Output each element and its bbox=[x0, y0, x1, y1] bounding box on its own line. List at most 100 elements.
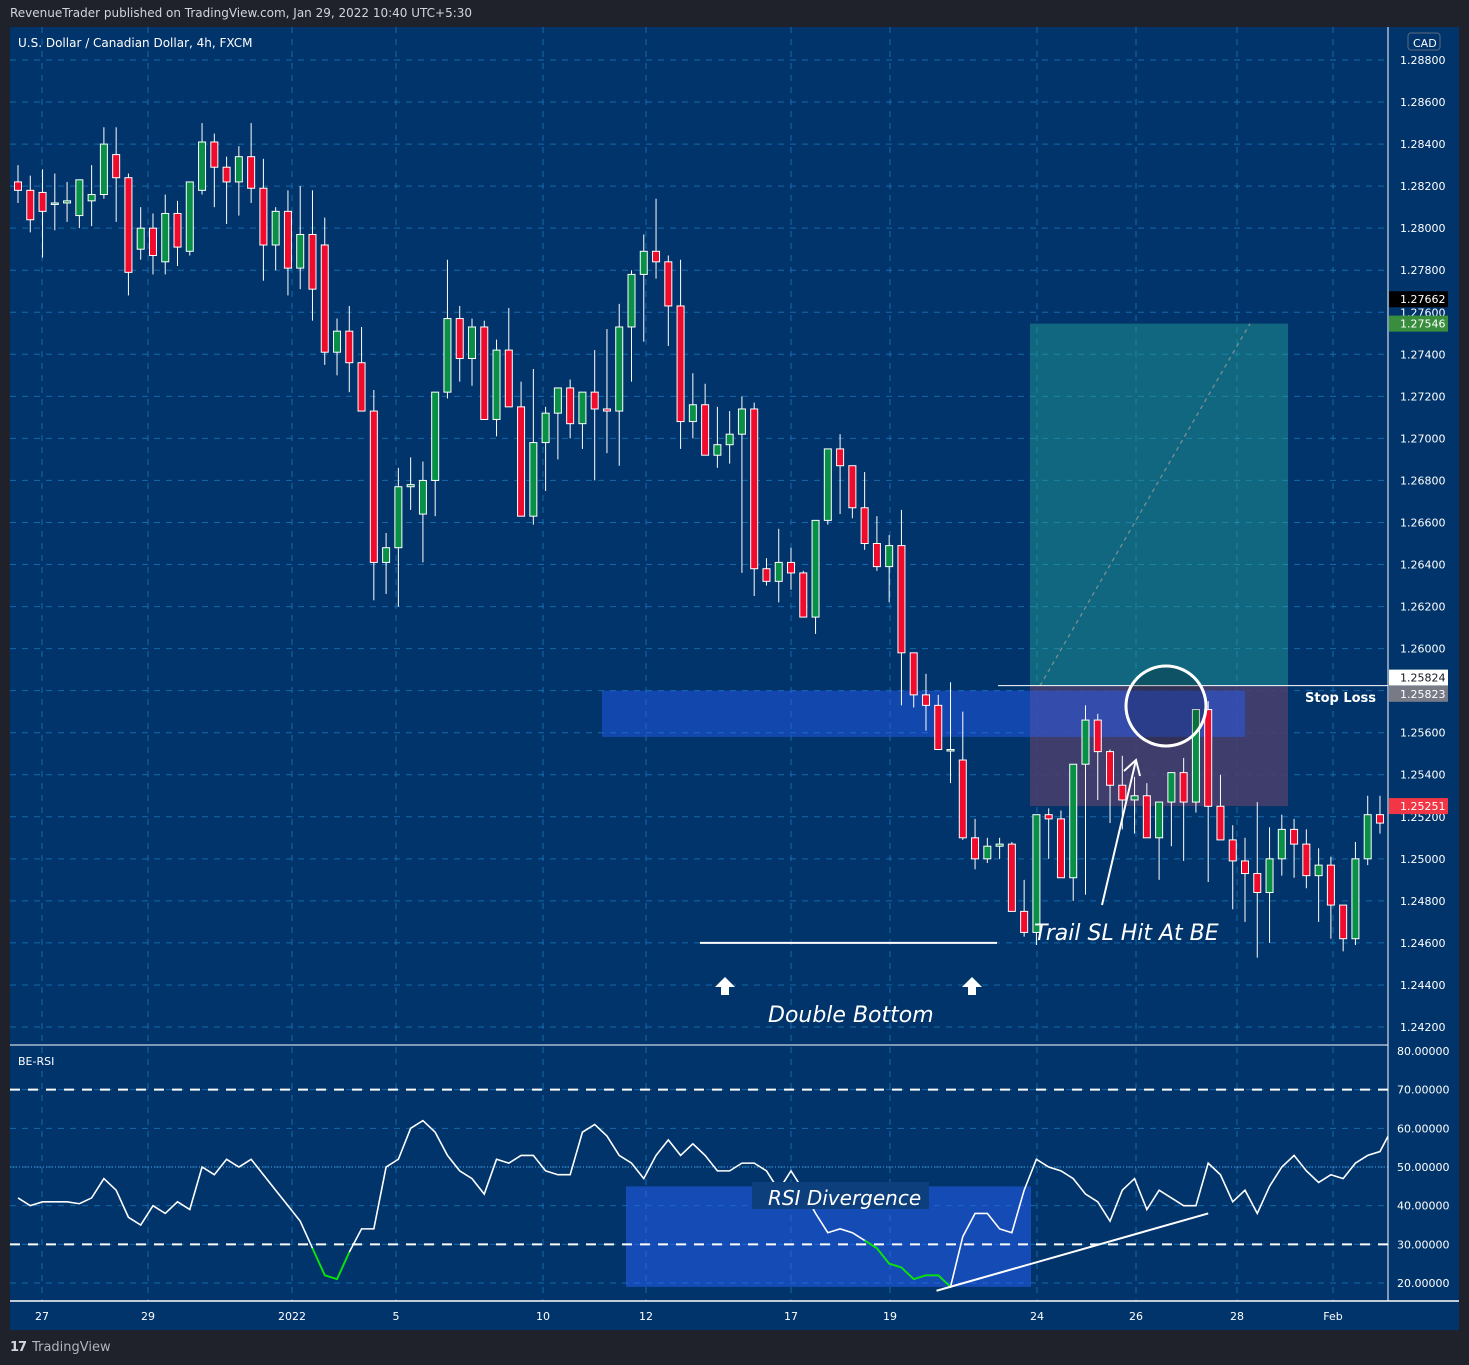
candle-body bbox=[811, 519, 820, 618]
candle bbox=[14, 165, 22, 203]
candle bbox=[823, 448, 832, 525]
candle-body bbox=[259, 187, 268, 246]
candle bbox=[333, 318, 342, 376]
candle bbox=[1179, 757, 1188, 861]
candle-body bbox=[774, 561, 783, 582]
candle bbox=[50, 173, 59, 231]
entry-badge-label: 1.25823 bbox=[1400, 688, 1446, 701]
candle-body bbox=[836, 448, 845, 467]
candle-body bbox=[1056, 818, 1065, 879]
candle-body bbox=[394, 486, 403, 549]
candle-body bbox=[652, 250, 661, 263]
candle-body bbox=[1167, 772, 1176, 803]
candle bbox=[1253, 802, 1262, 958]
candle bbox=[504, 308, 513, 408]
time-tick-label: 29 bbox=[141, 1310, 155, 1323]
candle bbox=[860, 472, 869, 550]
candle bbox=[26, 175, 35, 233]
candle bbox=[467, 318, 476, 386]
highlight-circle bbox=[1124, 664, 1208, 748]
candle-body bbox=[1302, 843, 1311, 877]
double-bottom-label[interactable]: Double Bottom bbox=[768, 1003, 934, 1028]
candle bbox=[136, 207, 145, 260]
candle bbox=[1007, 842, 1016, 912]
price-tick-label: 1.27200 bbox=[1400, 390, 1446, 403]
candle bbox=[492, 339, 501, 437]
tradingview-logo-icon: 17 bbox=[10, 1339, 27, 1355]
candle bbox=[590, 350, 599, 481]
candle bbox=[725, 411, 734, 464]
candle bbox=[369, 390, 378, 601]
candle-body bbox=[382, 547, 391, 563]
candle-body bbox=[713, 444, 722, 456]
candle-body bbox=[1375, 814, 1384, 824]
price-tick-label: 1.26400 bbox=[1400, 559, 1446, 572]
candle-body bbox=[480, 326, 489, 420]
candle bbox=[124, 173, 133, 296]
candle bbox=[185, 181, 194, 256]
candle bbox=[308, 190, 317, 321]
symbol-title: U.S. Dollar / Canadian Dollar, 4h, FXCM bbox=[18, 36, 253, 50]
candle bbox=[394, 467, 403, 607]
candle-body bbox=[1106, 751, 1115, 786]
candle bbox=[1265, 827, 1274, 943]
rsi-divergence-label[interactable]: RSI Divergence bbox=[768, 1186, 921, 1210]
price-tick-label: 1.24200 bbox=[1400, 1021, 1446, 1034]
candle-body bbox=[234, 156, 243, 183]
time-tick-label: Feb bbox=[1323, 1310, 1342, 1323]
candle bbox=[222, 156, 231, 224]
price-tick-label: 1.26000 bbox=[1400, 643, 1446, 656]
price-tick-label: 1.25600 bbox=[1400, 727, 1446, 740]
price-tick-label: 1.24400 bbox=[1400, 979, 1446, 992]
candle bbox=[247, 123, 256, 203]
candle bbox=[418, 461, 427, 563]
candle bbox=[1363, 795, 1372, 866]
candle bbox=[320, 217, 329, 365]
candle bbox=[1339, 904, 1348, 952]
candle-body bbox=[185, 181, 194, 252]
candle bbox=[750, 402, 759, 597]
stop-loss-label[interactable]: Stop Loss bbox=[1305, 691, 1376, 706]
candle-body bbox=[63, 200, 72, 204]
candle bbox=[553, 387, 562, 460]
candle-body bbox=[406, 484, 415, 488]
candle-body bbox=[1351, 858, 1360, 940]
candle bbox=[1167, 772, 1176, 847]
candle bbox=[38, 169, 47, 258]
candle-body bbox=[872, 543, 881, 568]
candle-body bbox=[210, 141, 219, 168]
candle-body bbox=[271, 210, 280, 246]
candle-body bbox=[958, 759, 967, 839]
candle bbox=[1241, 837, 1249, 922]
candle bbox=[1326, 856, 1335, 939]
price-tick-label: 1.27400 bbox=[1400, 348, 1446, 361]
candle-body bbox=[320, 244, 329, 353]
candle-body bbox=[1253, 873, 1262, 893]
time-tick-label: 12 bbox=[639, 1310, 653, 1323]
candle-body bbox=[639, 250, 648, 275]
price-tick-label: 1.28200 bbox=[1400, 180, 1446, 193]
candle-body bbox=[136, 227, 145, 250]
trail-sl-label[interactable]: Trail SL Hit At BE bbox=[1034, 921, 1219, 946]
candle-body bbox=[885, 545, 894, 568]
candle-body bbox=[787, 561, 796, 574]
currency-label[interactable]: CAD bbox=[1413, 37, 1437, 50]
chart-canvas[interactable]: 1.28800 1.28600 1.28400 1.28200 1.28000 1.278… bbox=[10, 27, 1459, 1330]
price-tick-label: 1.26200 bbox=[1400, 601, 1446, 614]
candle-body bbox=[848, 465, 857, 509]
up-arrow-icon bbox=[715, 977, 735, 995]
rsi-tick-label: 60.00000 bbox=[1397, 1122, 1450, 1135]
take-profit-badge-label: 1.27546 bbox=[1400, 318, 1446, 331]
candle bbox=[1290, 818, 1299, 878]
candle bbox=[885, 535, 894, 603]
indicator-title: BE-RSI bbox=[18, 1055, 54, 1068]
candle bbox=[1044, 808, 1053, 859]
candle-body bbox=[99, 143, 108, 196]
candle-body bbox=[1326, 864, 1335, 906]
candle-body bbox=[541, 412, 550, 444]
candle-body bbox=[921, 694, 930, 706]
candle bbox=[1155, 801, 1164, 880]
candle-body bbox=[50, 202, 59, 205]
candle-body bbox=[529, 442, 538, 517]
chart-frame[interactable]: 1.28800 1.28600 1.28400 1.28200 1.28000 1.278… bbox=[10, 27, 1459, 1330]
